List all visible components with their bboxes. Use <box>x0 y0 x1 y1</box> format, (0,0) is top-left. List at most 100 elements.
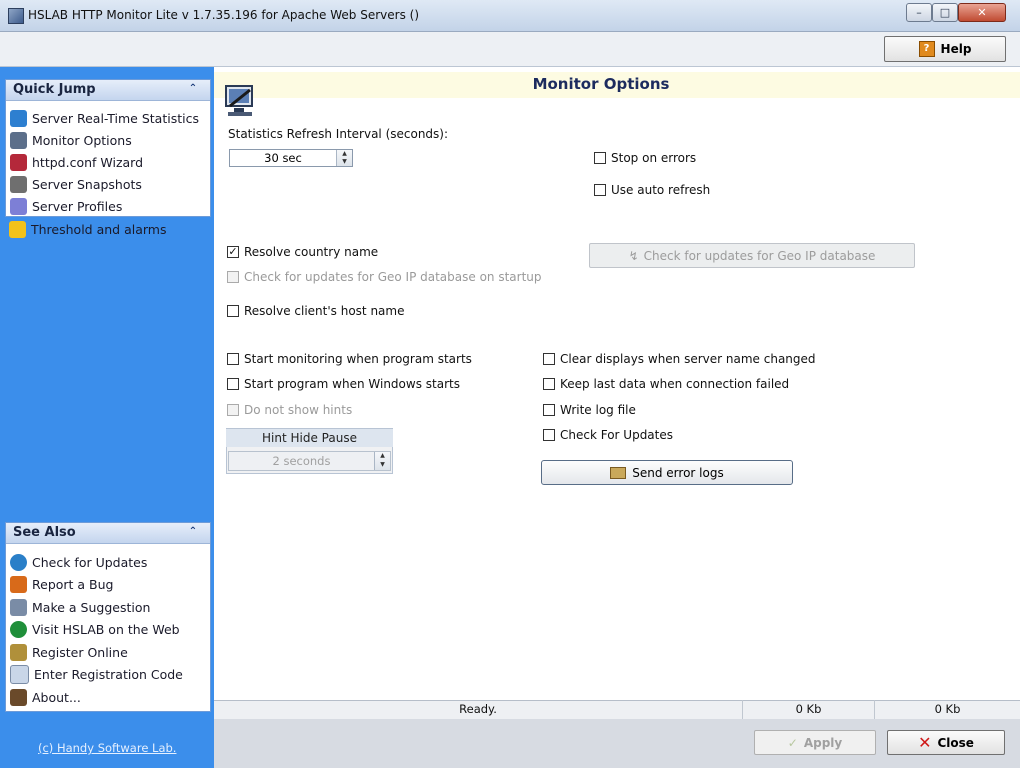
quick-jump-item-profiles[interactable]: Server Profiles <box>10 195 122 217</box>
quick-jump-header[interactable]: Quick Jump ⌃ <box>6 80 210 101</box>
nav-item-label: Check for Updates <box>32 554 148 570</box>
page-title: Monitor Options <box>532 75 670 93</box>
nav-item-label: Server Profiles <box>32 198 123 214</box>
snapshot-icon <box>10 175 27 193</box>
checkbox-box[interactable] <box>594 152 606 164</box>
geo-ip-startup-checkbox[interactable]: Check for updates for Geo IP database on… <box>227 270 542 284</box>
check-for-updates-checkbox[interactable]: Check For Updates <box>543 428 673 442</box>
document-icon <box>10 664 29 684</box>
checkbox-label: Resolve client's host name <box>244 304 405 318</box>
hint-hide-spinner[interactable]: 2 seconds ▲ ▼ <box>228 451 391 471</box>
see-also-item-about[interactable]: About... <box>10 686 81 708</box>
suggestion-icon <box>10 598 27 616</box>
checkbox-label: Start program when Windows starts <box>244 377 460 391</box>
checkbox-box[interactable] <box>543 429 555 441</box>
quick-jump-item-httpd-wizard[interactable]: httpd.conf Wizard <box>10 151 143 173</box>
update-icon <box>10 553 27 571</box>
do-not-show-hints-checkbox[interactable]: Do not show hints <box>227 403 352 417</box>
checkbox-box[interactable] <box>543 353 555 365</box>
apply-label: Apply <box>803 735 843 750</box>
copyright-link[interactable]: (c) Handy Software Lab. <box>38 741 176 755</box>
checkbox-box[interactable] <box>227 378 239 390</box>
see-also-item-report-bug[interactable]: Report a Bug <box>10 573 113 595</box>
checkbox-box[interactable] <box>543 378 555 390</box>
checkbox-label: Clear displays when server name changed <box>560 352 816 366</box>
update-icon: ↯ <box>628 248 639 263</box>
nav-item-label: Visit HSLAB on the Web <box>32 621 180 637</box>
checkbox-label: Check for updates for Geo IP database on… <box>244 270 542 284</box>
quick-jump-item-snapshots[interactable]: Server Snapshots <box>10 173 142 195</box>
see-also-item-suggestion[interactable]: Make a Suggestion <box>10 596 150 618</box>
see-also-title: See Also <box>13 525 76 540</box>
nav-item-label: Server Snapshots <box>32 176 142 192</box>
stop-on-errors-checkbox[interactable]: Stop on errors <box>594 151 696 165</box>
collapse-icon[interactable]: ⌃ <box>186 82 200 96</box>
quick-jump-item-monitor-options[interactable]: Monitor Options <box>10 129 132 151</box>
resolve-country-checkbox[interactable]: ✓ Resolve country name <box>227 245 378 259</box>
checkbox-box[interactable] <box>227 404 239 416</box>
quick-jump-panel: Quick Jump ⌃ Server Real-Time Statistics… <box>5 79 211 217</box>
use-auto-refresh-checkbox[interactable]: Use auto refresh <box>594 183 710 197</box>
see-also-panel: See Also ⌃ Check for Updates Report a Bu… <box>5 522 211 712</box>
checkbox-box[interactable] <box>227 271 239 283</box>
send-error-logs-label: Send error logs <box>632 465 724 480</box>
checkbox-label: Start monitoring when program starts <box>244 352 472 366</box>
start-monitoring-checkbox[interactable]: Start monitoring when program starts <box>227 352 472 366</box>
spin-up-icon[interactable]: ▲ <box>375 452 390 461</box>
window-title: HSLAB HTTP Monitor Lite v 1.7.35.196 for… <box>28 8 420 22</box>
window-close-button[interactable]: ✕ <box>958 3 1006 22</box>
keep-last-data-checkbox[interactable]: Keep last data when connection failed <box>543 377 789 391</box>
quick-jump-item-statistics[interactable]: Server Real-Time Statistics <box>10 107 199 129</box>
spinner-buttons[interactable]: ▲ ▼ <box>374 452 390 470</box>
spinner-buttons[interactable]: ▲ ▼ <box>336 150 352 166</box>
maximize-button[interactable]: □ <box>932 3 958 22</box>
see-also-item-visit-web[interactable]: Visit HSLAB on the Web <box>10 618 180 640</box>
checkbox-box[interactable]: ✓ <box>227 246 239 258</box>
collapse-icon[interactable]: ⌃ <box>186 525 200 539</box>
write-log-checkbox[interactable]: Write log file <box>543 403 636 417</box>
globe-icon <box>10 620 27 638</box>
see-also-header[interactable]: See Also ⌃ <box>6 523 210 544</box>
quick-jump-item-threshold[interactable]: Threshold and alarms <box>9 218 166 240</box>
see-also-item-registration-code[interactable]: Enter Registration Code <box>10 663 183 685</box>
refresh-interval-spinner[interactable]: 30 sec ▲ ▼ <box>229 149 353 167</box>
checkbox-box[interactable] <box>227 353 239 365</box>
nav-item-label: Register Online <box>32 644 128 660</box>
checkmark-icon: ✓ <box>787 735 798 750</box>
close-button[interactable]: ✕ Close <box>887 730 1005 755</box>
checkbox-label: Do not show hints <box>244 403 353 417</box>
help-button[interactable]: ? Help <box>884 36 1006 62</box>
wizard-icon <box>10 153 27 171</box>
spin-up-icon[interactable]: ▲ <box>337 150 352 158</box>
profiles-icon <box>10 197 27 215</box>
start-with-windows-checkbox[interactable]: Start program when Windows starts <box>227 377 460 391</box>
close-label: Close <box>937 735 974 750</box>
toolbar <box>0 32 1020 67</box>
help-label: Help <box>940 42 972 56</box>
apply-button[interactable]: ✓ Apply <box>754 730 876 755</box>
status-sent: 0 Kb <box>874 700 1020 719</box>
see-also-item-check-updates[interactable]: Check for Updates <box>10 551 147 573</box>
help-icon: ? <box>918 41 935 57</box>
about-icon <box>10 688 27 706</box>
checkbox-label: Stop on errors <box>611 151 697 165</box>
refresh-interval-label: Statistics Refresh Interval (seconds): <box>228 127 449 141</box>
geo-update-label: Check for updates for Geo IP database <box>643 248 876 263</box>
status-text: Ready. <box>459 702 497 716</box>
clear-displays-checkbox[interactable]: Clear displays when server name changed <box>543 352 816 366</box>
send-error-logs-button[interactable]: Send error logs <box>541 460 793 485</box>
nav-item-label: Threshold and alarms <box>31 221 167 237</box>
see-also-item-register-online[interactable]: Register Online <box>10 641 128 663</box>
nav-item-label: Server Real-Time Statistics <box>32 110 199 126</box>
checkbox-box[interactable] <box>227 305 239 317</box>
geo-ip-update-button[interactable]: ↯ Check for updates for Geo IP database <box>589 243 915 268</box>
spin-down-icon[interactable]: ▼ <box>337 158 352 166</box>
hint-hide-value: 2 seconds <box>272 454 331 468</box>
minimize-button[interactable]: – <box>906 3 932 22</box>
register-icon <box>10 643 27 661</box>
checkbox-box[interactable] <box>543 404 555 416</box>
checkbox-box[interactable] <box>594 184 606 196</box>
spin-down-icon[interactable]: ▼ <box>375 461 390 470</box>
nav-item-label: Report a Bug <box>32 576 114 592</box>
resolve-host-checkbox[interactable]: Resolve client's host name <box>227 304 404 318</box>
